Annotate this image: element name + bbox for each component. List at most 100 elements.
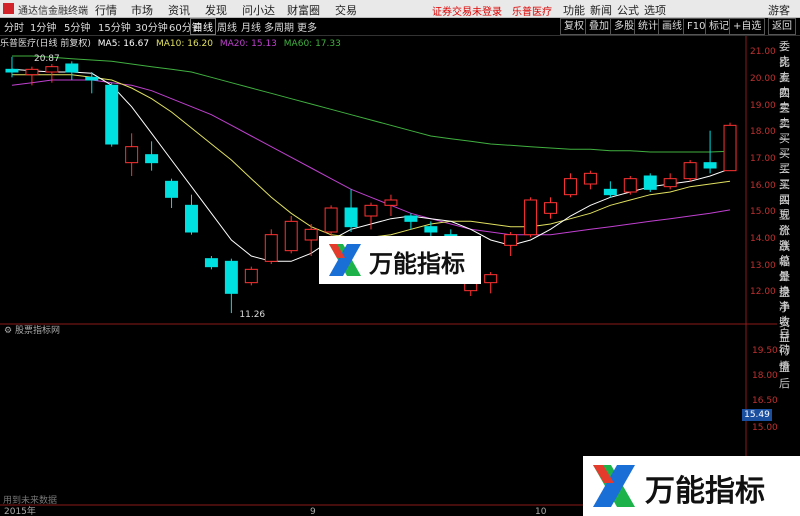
- menu-wealth[interactable]: 财富圈: [287, 2, 320, 18]
- menu-formula[interactable]: 公式: [617, 2, 639, 18]
- candle: [204, 256, 218, 270]
- candle-body: [65, 63, 79, 73]
- price-tick: 18.00: [750, 127, 776, 138]
- price-tick: 16.00: [750, 180, 776, 191]
- adjust-button[interactable]: 复权: [560, 18, 588, 35]
- candle-body: [284, 220, 298, 252]
- menu-ask[interactable]: 问小达: [242, 2, 275, 18]
- candle: [224, 258, 238, 314]
- period-tab-15min[interactable]: 15分钟: [96, 19, 133, 34]
- candle-body: [524, 199, 538, 236]
- price-tick: 19.00: [750, 100, 776, 111]
- price-tick: 15.00: [750, 207, 776, 218]
- ma5-line: [11, 68, 731, 262]
- time-axis-label: 10: [535, 507, 547, 516]
- candle: [544, 197, 557, 219]
- footer-note: 用到未来数据: [3, 496, 58, 506]
- draw-button[interactable]: 画线: [658, 18, 686, 35]
- period-tab-more[interactable]: 更多: [295, 19, 319, 34]
- period-tab-30min[interactable]: 30分钟: [133, 19, 170, 34]
- watermark-badge-large: 万能指标: [583, 456, 800, 516]
- candle-body: [145, 154, 159, 164]
- period-tab-5min[interactable]: 5分钟: [62, 19, 92, 34]
- period-tab-multi[interactable]: 多周期: [262, 19, 296, 34]
- candle: [284, 216, 298, 254]
- candle: [524, 197, 538, 238]
- candle-body: [105, 84, 119, 145]
- panel-mode-tab[interactable]: 盘后: [779, 359, 800, 391]
- lower-axis-tick: 15.00: [752, 423, 778, 433]
- menu-function[interactable]: 功能: [563, 2, 585, 18]
- candle: [623, 176, 637, 195]
- period-toolbar: 分时 1分钟 5分钟 15分钟 30分钟 60分钟 日线 周线 月线 多周期 更…: [0, 18, 800, 36]
- lower-axis-tick: 18.00: [752, 371, 778, 381]
- price-tick: 17.00: [750, 154, 776, 164]
- price-tick: 14.00: [750, 234, 776, 244]
- menu-discover[interactable]: 发现: [205, 2, 227, 18]
- lower-axis-tick: 16.50: [752, 396, 778, 406]
- candle-body: [204, 258, 218, 268]
- candle: [723, 122, 737, 172]
- candle-body: [244, 268, 258, 284]
- candle-body: [663, 178, 677, 188]
- candle-body: [424, 226, 438, 233]
- candle: [663, 173, 677, 190]
- candle-body: [85, 76, 99, 81]
- candle-body: [344, 207, 358, 228]
- menu-market[interactable]: 市场: [131, 2, 153, 18]
- logo-icon-large: [593, 465, 635, 507]
- candle-body: [544, 202, 557, 214]
- back-button[interactable]: 返回: [768, 18, 796, 35]
- high-price-label: 20.87: [34, 54, 60, 64]
- current-value-tag: 15.49: [742, 409, 772, 421]
- watermark-badge: 万能指标: [319, 236, 481, 284]
- period-tab-timeshare[interactable]: 分时: [2, 19, 26, 34]
- candle: [344, 189, 358, 232]
- candle-body: [643, 175, 657, 190]
- period-tab-weekly[interactable]: 周线: [215, 19, 239, 34]
- price-tick: 21.00: [750, 47, 776, 58]
- moving-average-lines: [11, 55, 731, 262]
- candle-body: [583, 172, 597, 185]
- add-watchlist-button[interactable]: +自选: [729, 18, 766, 35]
- candle-body: [324, 207, 338, 233]
- low-price-label: 11.26: [239, 310, 265, 320]
- period-tab-monthly[interactable]: 月线: [239, 19, 263, 34]
- candle: [105, 82, 119, 147]
- candle-body: [703, 162, 717, 169]
- lower-panel-name: 股票指标网: [14, 326, 60, 336]
- candle-body: [5, 68, 19, 73]
- candle-body: [404, 215, 418, 222]
- candle: [85, 72, 99, 94]
- candle: [165, 178, 179, 208]
- overlay-button[interactable]: 叠加: [585, 18, 613, 35]
- app-logo-icon: [3, 3, 14, 14]
- candle-body: [125, 146, 139, 164]
- menu-news-right[interactable]: 新闻: [590, 2, 612, 18]
- candle-body: [185, 204, 198, 233]
- candle: [145, 141, 159, 171]
- menu-quotes[interactable]: 行情: [95, 2, 117, 18]
- gear-icon[interactable]: ⚙: [4, 326, 12, 336]
- period-tab-1min[interactable]: 1分钟: [28, 19, 58, 34]
- ma60-line: [12, 55, 731, 153]
- candle: [563, 173, 577, 198]
- user-label[interactable]: 游客: [768, 2, 790, 18]
- badge-text-large: 万能指标: [645, 474, 765, 509]
- stock-name-title: 乐普医疗: [512, 7, 552, 18]
- candle: [504, 232, 518, 256]
- candle: [185, 194, 198, 235]
- candle: [683, 160, 697, 182]
- logo-icon: [329, 244, 361, 276]
- period-tab-daily[interactable]: 日线: [190, 18, 216, 35]
- candle-body: [304, 228, 318, 241]
- candle: [125, 133, 139, 176]
- menu-trade[interactable]: 交易: [335, 2, 357, 18]
- time-axis-label: 2015年: [4, 505, 36, 516]
- login-notice[interactable]: 证券交易未登录: [432, 3, 502, 18]
- candle-body: [264, 234, 278, 262]
- candle-body: [683, 162, 697, 180]
- candle-body: [563, 178, 577, 196]
- menu-news[interactable]: 资讯: [168, 2, 190, 18]
- menu-options[interactable]: 选项: [644, 2, 666, 18]
